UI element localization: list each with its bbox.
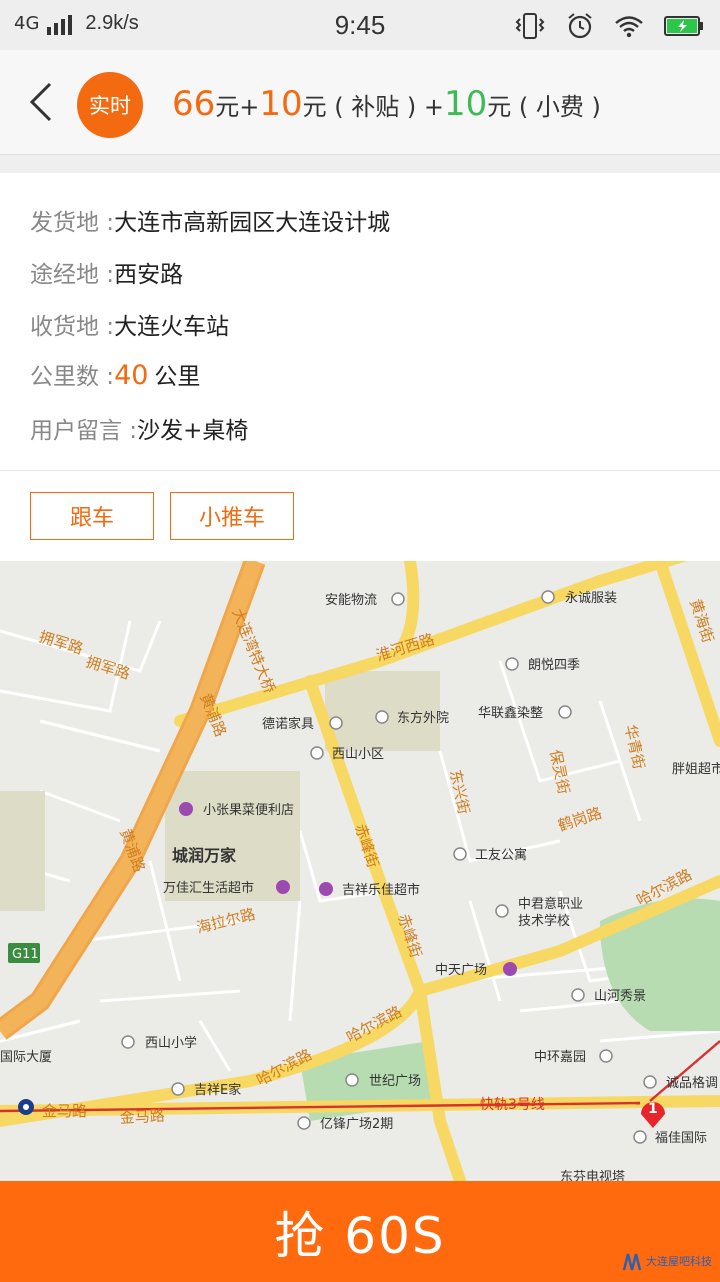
- poi-icon: [297, 1116, 311, 1130]
- note-row: 用户留言 : 沙发+桌椅: [30, 411, 248, 445]
- poi-icon: [329, 716, 343, 730]
- poi-label: 吉祥E家: [194, 1082, 241, 1098]
- price-summary: 66 元+ 10 元 ( 补贴 ) + 10 元 ( 小费 ): [172, 84, 601, 124]
- battery-icon: [664, 16, 703, 36]
- poi-label-major: 城润万家: [172, 846, 237, 865]
- watermark: 大连屋吧科技: [622, 1250, 712, 1272]
- poi-icon: [495, 904, 509, 918]
- via-label: 途经地 :: [30, 262, 115, 288]
- subsidy-amount: 10: [259, 84, 303, 124]
- route-map[interactable]: 淮河西路 大连湾特大桥 黄浦路 拥军路 拥军路 黄浦路 东兴街 保灵街 华青街 …: [0, 561, 720, 1181]
- poi-label: 吉祥乐佳超市: [342, 882, 420, 898]
- rail-label: 快轨3号线: [480, 1097, 545, 1113]
- via-value: 西安路: [114, 262, 184, 288]
- grab-order-button[interactable]: 抢 60S: [0, 1181, 720, 1282]
- watermark-text: 大连屋吧科技: [646, 1256, 712, 1268]
- distance-label: 公里数 :: [30, 364, 115, 390]
- poi-label: 技术学校: [518, 913, 570, 929]
- origin-row: 发货地 : 大连市高新园区大连设计城: [30, 203, 390, 237]
- distance-value: 40: [114, 360, 149, 391]
- poi-icon: [121, 1035, 135, 1049]
- origin-label: 发货地 :: [30, 210, 115, 236]
- tag-hand-truck: 小推车: [170, 492, 294, 540]
- base-price: 66: [172, 84, 216, 124]
- poi-label: 朗悦四季: [528, 658, 580, 673]
- destination-value: 大连火车站: [114, 314, 230, 340]
- status-bar: 4G 2.9k/s 9:45: [0, 0, 720, 50]
- poi-label: 亿锋广场2期: [320, 1117, 393, 1132]
- tag-follow-car: 跟车: [30, 492, 154, 540]
- note-label: 用户留言 :: [30, 418, 138, 444]
- vibrate-icon: [515, 13, 545, 39]
- poi-label: 中环嘉园: [534, 1050, 586, 1065]
- poi-icon: [345, 1073, 359, 1087]
- poi-icon: [643, 1075, 657, 1089]
- realtime-badge: 实时: [77, 72, 143, 138]
- base-price-unit: 元+: [215, 93, 260, 121]
- via-row: 途经地 : 西安路: [30, 255, 183, 289]
- poi-icon: [453, 847, 467, 861]
- poi-icon: [571, 988, 585, 1002]
- order-details: 发货地 : 大连市高新园区大连设计城 途经地 : 西安路 收货地 : 大连火车站…: [0, 173, 720, 471]
- poi-label: 福佳国际: [655, 1131, 707, 1146]
- poi-label: 小张果菜便利店: [203, 803, 294, 818]
- poi-label: 中天广场: [435, 963, 487, 978]
- poi-label: 安能物流: [325, 593, 377, 608]
- destination-label: 收货地 :: [30, 314, 115, 340]
- poi-icon: [558, 705, 572, 719]
- poi-icon: [171, 1082, 185, 1096]
- poi-label: 西山小区: [332, 747, 384, 762]
- poi-label: 中君意职业: [518, 896, 583, 912]
- poi-label: 工友公寓: [475, 847, 527, 863]
- note-value: 沙发+桌椅: [137, 418, 249, 444]
- poi-label: 国际大厦: [0, 1050, 52, 1065]
- poi-label: 胖姐超市: [672, 761, 720, 777]
- poi-label: 华联鑫染整: [478, 705, 543, 721]
- shop-icon: [179, 802, 193, 816]
- tip-amount: 10: [444, 84, 488, 124]
- logo-icon: [622, 1253, 642, 1271]
- poi-icon: [391, 592, 405, 606]
- distance-unit: 公里: [154, 364, 201, 390]
- road-label: 金马路: [119, 1107, 165, 1127]
- alarm-icon: [568, 13, 592, 39]
- origin-value: 大连市高新园区大连设计城: [114, 210, 391, 236]
- poi-label: 山河秀景: [594, 989, 646, 1004]
- shop-icon: [319, 882, 333, 896]
- poi-icon: [505, 657, 519, 671]
- shop-icon: [276, 880, 290, 894]
- distance-row: 公里数 : 40 公里: [30, 357, 200, 391]
- poi-icon: [599, 1049, 613, 1063]
- tip-unit: 元 ( 小费 ): [487, 93, 601, 121]
- highway-shield: G11: [12, 947, 39, 962]
- shop-icon: [503, 962, 517, 976]
- poi-label: 诚品格调: [666, 1075, 718, 1091]
- poi-icon: [633, 1130, 647, 1144]
- service-tags: 跟车 小推车: [0, 471, 720, 561]
- poi-label: 东方外院: [397, 710, 449, 726]
- poi-label: 永诚服装: [565, 591, 617, 606]
- back-arrow-icon[interactable]: [20, 80, 60, 124]
- poi-icon: [375, 710, 389, 724]
- poi-label: 德诺家具: [262, 716, 314, 732]
- poi-icon: [541, 590, 555, 604]
- subsidy-unit: 元 ( 补贴 ) +: [302, 93, 444, 121]
- poi-label: 世纪广场: [369, 1074, 421, 1089]
- poi-label: 西山小学: [145, 1035, 197, 1051]
- poi-icon: [310, 746, 324, 760]
- marker-number: 1: [648, 1101, 658, 1117]
- poi-label: 万佳汇生活超市: [163, 880, 254, 896]
- section-divider: [0, 155, 720, 173]
- road-label: 金马路: [42, 1102, 87, 1120]
- wifi-icon: [615, 16, 643, 38]
- destination-row: 收货地 : 大连火车站: [30, 307, 229, 341]
- poi-label: 东芬电视塔: [560, 1170, 625, 1181]
- map-canvas[interactable]: 淮河西路 大连湾特大桥 黄浦路 拥军路 拥军路 黄浦路 东兴街 保灵街 华青街 …: [0, 561, 720, 1181]
